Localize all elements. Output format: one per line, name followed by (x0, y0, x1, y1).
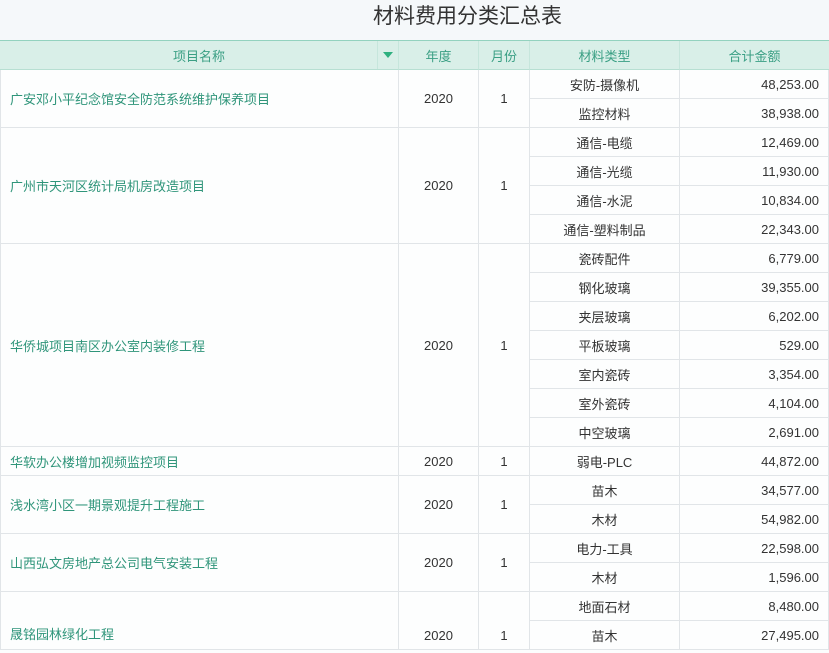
amount-cell: 39,355.00 (680, 273, 829, 302)
material-type-cell: 通信-电缆 (530, 128, 680, 157)
month-cell: 1 (479, 476, 530, 534)
material-type-cell: 通信-水泥 (530, 186, 680, 215)
material-type-cell: 夹层玻璃 (530, 302, 680, 331)
amount-cell: 10,834.00 (680, 186, 829, 215)
amount-cell: 6,779.00 (680, 244, 829, 273)
material-type-cell: 木材 (530, 505, 680, 534)
project-cell: 华软办公楼增加视频监控项目 (0, 447, 399, 476)
material-type-cell: 电力-工具 (530, 534, 680, 563)
project-cell: 山西弘文房地产总公司电气安装工程 (0, 534, 399, 592)
triangle-down-icon (383, 51, 393, 58)
report-title-bar: 材料费用分类汇总表 (0, 0, 829, 40)
year-cell: 2020 (399, 128, 479, 244)
amount-cell: 22,598.00 (680, 534, 829, 563)
amount-cell: 4,104.00 (680, 389, 829, 418)
material-type-cell: 木材 (530, 563, 680, 592)
column-header-project: 项目名称 (0, 41, 399, 70)
amount-cell: 44,872.00 (680, 447, 829, 476)
material-type-cell: 中空玻璃 (530, 418, 680, 447)
amount-cell: 1,596.00 (680, 563, 829, 592)
amount-cell: 22,343.00 (680, 215, 829, 244)
column-header-total-amount: 合计金额 (680, 41, 829, 70)
amount-cell: 6,202.00 (680, 302, 829, 331)
material-cost-table: 项目名称 年度 月份 材料类型 合计金额 广安邓小平纪念馆安全防范系统维护保养项… (0, 40, 829, 650)
month-cell: 1 (479, 70, 530, 128)
month-cell: 1 (479, 447, 530, 476)
material-type-cell: 苗木 (530, 621, 680, 650)
column-header-year: 年度 (399, 41, 479, 70)
project-name-link[interactable]: 广安邓小平纪念馆安全防范系统维护保养项目 (10, 89, 270, 108)
year-cell: 2020 (399, 70, 479, 128)
project-cell: 晟铭园林绿化工程 (0, 592, 399, 650)
amount-cell: 529.00 (680, 331, 829, 360)
project-name-link[interactable]: 华软办公楼增加视频监控项目 (10, 452, 179, 471)
amount-cell: 12,469.00 (680, 128, 829, 157)
project-cell: 浅水湾小区一期景观提升工程施工 (0, 476, 399, 534)
amount-cell: 27,495.00 (680, 621, 829, 650)
column-header-material-type: 材料类型 (530, 41, 680, 70)
table-body: 广安邓小平纪念馆安全防范系统维护保养项目 2020 1 安防-摄像机 48,253.00… (0, 70, 829, 650)
year-cell: 2020 (399, 447, 479, 476)
project-name-link[interactable]: 广州市天河区统计局机房改造项目 (10, 176, 205, 195)
project-filter-dropdown[interactable] (377, 41, 398, 69)
material-type-cell: 弱电-PLC (530, 447, 680, 476)
amount-cell: 48,253.00 (680, 70, 829, 99)
amount-cell: 34,577.00 (680, 476, 829, 505)
month-cell: 1 (479, 592, 530, 650)
project-name-link[interactable]: 浅水湾小区一期景观提升工程施工 (10, 495, 205, 514)
amount-cell: 54,982.00 (680, 505, 829, 534)
material-type-cell: 通信-塑料制品 (530, 215, 680, 244)
project-name-link[interactable]: 华侨城项目南区办公室内装修工程 (10, 336, 205, 355)
material-type-cell: 室内瓷砖 (530, 360, 680, 389)
material-type-cell: 安防-摄像机 (530, 70, 680, 99)
amount-cell: 38,938.00 (680, 99, 829, 128)
amount-cell: 2,691.00 (680, 418, 829, 447)
project-cell: 广安邓小平纪念馆安全防范系统维护保养项目 (0, 70, 399, 128)
material-type-cell: 平板玻璃 (530, 331, 680, 360)
material-type-cell: 地面石材 (530, 592, 680, 621)
material-type-cell: 监控材料 (530, 99, 680, 128)
month-cell: 1 (479, 534, 530, 592)
material-type-cell: 通信-光缆 (530, 157, 680, 186)
year-cell: 2020 (399, 592, 479, 650)
material-type-cell: 室外瓷砖 (530, 389, 680, 418)
month-cell: 1 (479, 244, 530, 447)
amount-cell: 8,480.00 (680, 592, 829, 621)
project-cell: 华侨城项目南区办公室内装修工程 (0, 244, 399, 447)
year-cell: 2020 (399, 534, 479, 592)
material-type-cell: 瓷砖配件 (530, 244, 680, 273)
material-type-cell: 苗木 (530, 476, 680, 505)
amount-cell: 3,354.00 (680, 360, 829, 389)
amount-cell: 11,930.00 (680, 157, 829, 186)
project-name-link[interactable]: 晟铭园林绿化工程 (10, 624, 114, 643)
column-header-project-label: 项目名称 (172, 48, 225, 64)
report-title: 材料费用分类汇总表 (373, 5, 562, 28)
column-header-month: 月份 (479, 41, 530, 70)
project-name-link[interactable]: 山西弘文房地产总公司电气安装工程 (10, 553, 218, 572)
month-cell: 1 (479, 128, 530, 244)
material-type-cell: 钢化玻璃 (530, 273, 680, 302)
project-cell: 广州市天河区统计局机房改造项目 (0, 128, 399, 244)
year-cell: 2020 (399, 244, 479, 447)
year-cell: 2020 (399, 476, 479, 534)
table-header: 项目名称 年度 月份 材料类型 合计金额 (0, 40, 829, 70)
